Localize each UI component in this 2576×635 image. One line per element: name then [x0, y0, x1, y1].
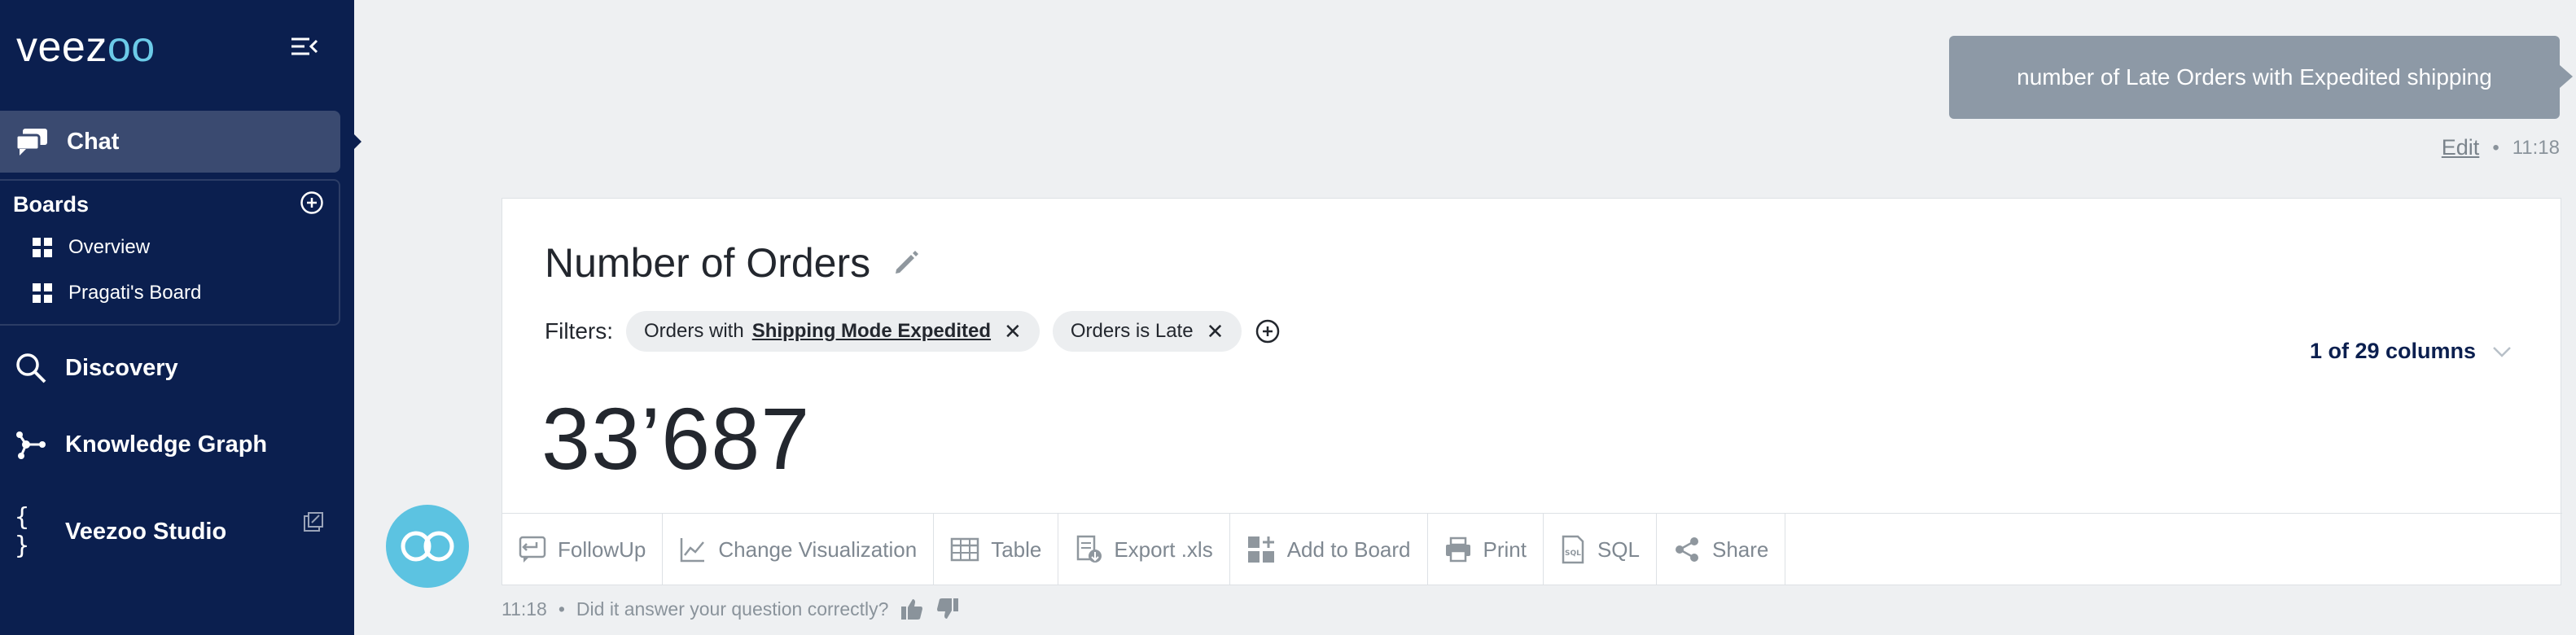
followup-icon: [519, 536, 546, 563]
sql-label: SQL: [1597, 536, 1640, 562]
close-icon[interactable]: ✕: [1004, 319, 1022, 344]
user-question-bubble: number of Late Orders with Expedited shi…: [1949, 36, 2573, 119]
answer-card: Number of Orders Filters: Orders with Sh…: [502, 198, 2562, 585]
export-file-icon: [1077, 535, 1102, 563]
share-button[interactable]: Share: [1657, 514, 1786, 585]
add-to-board-label: Add to Board: [1286, 536, 1411, 562]
feedback-prompt: Did it answer your question correctly?: [576, 598, 889, 620]
knowledge-graph-icon: [16, 431, 46, 459]
sidebar-item-discovery[interactable]: Discovery: [15, 352, 178, 384]
thumbs-down-icon[interactable]: [935, 597, 960, 621]
table-icon: [950, 537, 979, 562]
edit-question-link[interactable]: Edit: [2442, 135, 2480, 160]
board-label: Pragati's Board: [68, 282, 202, 304]
add-to-board-button[interactable]: Add to Board: [1230, 514, 1428, 585]
veezoo-logo[interactable]: veezoo: [16, 23, 156, 72]
columns-selector[interactable]: 1 of 29 columns: [2310, 339, 2512, 364]
sidebar-board-pragati[interactable]: Pragati's Board: [33, 282, 201, 304]
filter-chip-text: Orders is Late: [1070, 320, 1194, 342]
filters-label: Filters:: [545, 318, 613, 344]
board-icon: [33, 283, 52, 303]
followup-label: FollowUp: [558, 536, 646, 562]
print-button[interactable]: Print: [1428, 514, 1544, 585]
question-timestamp: 11:18: [2512, 136, 2560, 159]
infinity-logo-icon: [401, 531, 454, 562]
add-filter-icon[interactable]: [1255, 318, 1281, 344]
board-icon: [33, 238, 52, 257]
table-label: Table: [991, 536, 1042, 562]
search-icon: [16, 353, 46, 383]
answer-timestamp: 11:18: [502, 598, 547, 620]
change-visualization-label: Change Visualization: [718, 536, 918, 562]
sql-file-icon: SQL: [1562, 535, 1584, 564]
printer-icon: [1445, 536, 1470, 563]
export-xls-label: Export .xls: [1114, 536, 1213, 562]
line-chart-icon: [681, 538, 705, 563]
filter-chip-late[interactable]: Orders is Late ✕: [1052, 311, 1242, 352]
close-icon[interactable]: ✕: [1207, 319, 1224, 344]
sidebar-item-discovery-label: Discovery: [65, 354, 178, 381]
answer-title-row: Number of Orders: [545, 239, 921, 287]
change-visualization-button[interactable]: Change Visualization: [663, 514, 935, 585]
sidebar-item-veezoo-studio-label: Veezoo Studio: [65, 518, 227, 545]
sidebar-item-chat-label: Chat: [67, 128, 120, 155]
filters-row: Filters: Orders with Shipping Mode Exped…: [545, 311, 1281, 352]
sidebar: veezoo Chat Boards Overview Pragati's Bo…: [0, 0, 361, 635]
board-label: Overview: [68, 236, 151, 258]
sidebar-item-knowledge-graph[interactable]: Knowledge Graph: [15, 428, 267, 461]
chevron-down-icon: [2493, 346, 2511, 357]
pencil-icon[interactable]: [892, 248, 921, 278]
dot-separator: •: [558, 598, 565, 620]
export-xls-button[interactable]: Export .xls: [1058, 514, 1230, 585]
sidebar-board-overview[interactable]: Overview: [33, 236, 150, 259]
share-icon: [1676, 537, 1698, 562]
dot-separator: •: [2492, 136, 2499, 159]
add-board-icon[interactable]: [300, 190, 324, 215]
veezoo-avatar: [386, 505, 469, 588]
answer-toolbar: FollowUp Change Visualization Table Expo…: [502, 513, 2562, 585]
logo-text-main: veez: [16, 24, 107, 71]
chat-icon: [15, 129, 47, 155]
boards-heading: Boards: [13, 192, 90, 217]
filter-chip-prefix: Orders with: [644, 320, 744, 342]
columns-info: 1 of 29 columns: [2309, 339, 2476, 363]
question-meta: Edit • 11:18: [2442, 135, 2560, 160]
sidebar-item-chat[interactable]: Chat: [0, 111, 361, 173]
filter-chip-shipping-mode[interactable]: Orders with Shipping Mode Expedited ✕: [626, 311, 1040, 352]
filter-chip-value[interactable]: Shipping Mode Expedited: [752, 320, 991, 343]
external-link-icon: [304, 512, 323, 532]
add-to-board-icon: [1247, 536, 1274, 563]
table-button[interactable]: Table: [934, 514, 1059, 585]
sidebar-item-knowledge-graph-label: Knowledge Graph: [65, 431, 268, 458]
sql-button[interactable]: SQL SQL: [1544, 514, 1657, 585]
answer-value: 33’687: [541, 389, 811, 488]
active-pointer: [350, 130, 361, 153]
curly-braces-icon: { }: [15, 503, 30, 560]
answer-title: Number of Orders: [545, 240, 871, 286]
answer-footer: 11:18 • Did it answer your question corr…: [502, 597, 960, 621]
svg-text:SQL: SQL: [1565, 550, 1581, 558]
boards-section: Boards Overview Pragati's Board: [0, 179, 340, 326]
collapse-sidebar-icon[interactable]: [290, 34, 319, 59]
thumbs-up-icon[interactable]: [900, 597, 924, 621]
share-label: Share: [1712, 536, 1769, 562]
followup-button[interactable]: FollowUp: [502, 514, 664, 585]
user-question-text: number of Late Orders with Expedited shi…: [2017, 64, 2492, 90]
logo-text-accent: oo: [107, 24, 156, 71]
print-label: Print: [1483, 536, 1527, 562]
sidebar-item-veezoo-studio[interactable]: { } Veezoo Studio: [15, 503, 226, 560]
